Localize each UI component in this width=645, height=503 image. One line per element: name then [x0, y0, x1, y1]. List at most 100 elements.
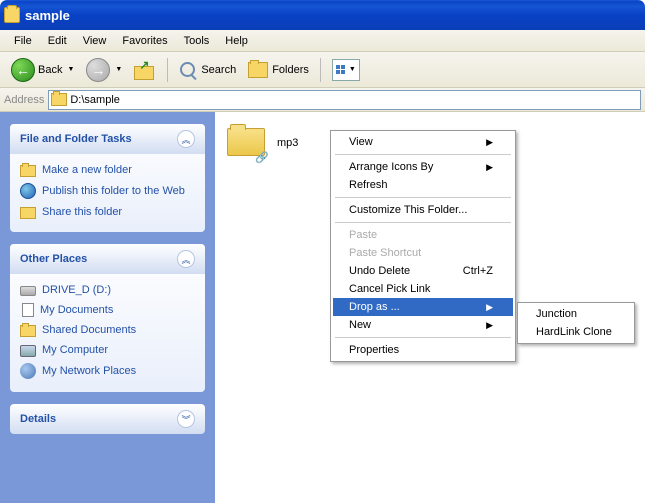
ctx-separator: [335, 154, 511, 155]
task-publish-to-web[interactable]: Publish this folder to the Web: [20, 180, 195, 202]
place-my-documents[interactable]: My Documents: [20, 299, 195, 320]
folders-button[interactable]: Folders: [243, 59, 314, 81]
menu-tools[interactable]: Tools: [176, 33, 218, 49]
place-label: DRIVE_D (D:): [42, 284, 111, 296]
share-folder-icon: [20, 207, 36, 219]
address-field[interactable]: D:\sample: [48, 90, 641, 110]
toolbar: ← Back ▼ → ▼ ↗ Search Folders ▼: [0, 52, 645, 88]
ctx-junction[interactable]: Junction: [520, 305, 632, 323]
submenu-arrow-icon: ▶: [486, 162, 493, 173]
ctx-paste: Paste: [333, 226, 513, 244]
ctx-separator: [335, 337, 511, 338]
network-icon: [20, 363, 36, 379]
ctx-undo-delete[interactable]: Undo DeleteCtrl+Z: [333, 262, 513, 280]
ctx-refresh[interactable]: Refresh: [333, 176, 513, 194]
menu-view[interactable]: View: [75, 33, 115, 49]
panel-header[interactable]: Details ︾: [10, 404, 205, 434]
task-label: Publish this folder to the Web: [42, 185, 185, 197]
menu-edit[interactable]: Edit: [40, 33, 75, 49]
place-my-network-places[interactable]: My Network Places: [20, 360, 195, 382]
menu-favorites[interactable]: Favorites: [114, 33, 175, 49]
back-icon: ←: [11, 58, 35, 82]
task-share-folder[interactable]: Share this folder: [20, 202, 195, 222]
address-bar: Address D:\sample: [0, 88, 645, 112]
documents-icon: [22, 303, 34, 317]
back-button[interactable]: ← Back ▼: [6, 55, 79, 85]
folder-item-mp3[interactable]: 🔗 mp3: [227, 124, 327, 162]
ctx-drop-as[interactable]: Drop as ...▶: [333, 298, 513, 316]
address-folder-icon: [51, 93, 67, 106]
place-label: My Computer: [42, 344, 108, 356]
details-panel: Details ︾: [10, 404, 205, 434]
place-label: Shared Documents: [42, 324, 136, 336]
ctx-separator: [335, 222, 511, 223]
ctx-new[interactable]: New▶: [333, 316, 513, 334]
panel-header[interactable]: Other Places ︽: [10, 244, 205, 274]
window-folder-icon: [4, 7, 20, 23]
tasks-sidebar: File and Folder Tasks ︽ Make a new folde…: [0, 112, 215, 503]
place-label: My Network Places: [42, 365, 136, 377]
place-shared-documents[interactable]: Shared Documents: [20, 320, 195, 340]
ctx-paste-shortcut: Paste Shortcut: [333, 244, 513, 262]
place-label: My Documents: [40, 304, 113, 316]
toolbar-separator: [320, 58, 321, 82]
collapse-icon[interactable]: ︽: [177, 130, 195, 148]
folders-icon: [248, 62, 268, 78]
ctx-hardlink-clone[interactable]: HardLink Clone: [520, 323, 632, 341]
panel-title: Other Places: [20, 253, 87, 265]
menu-file[interactable]: File: [6, 33, 40, 49]
folders-label: Folders: [272, 64, 309, 76]
panel-body: Make a new folder Publish this folder to…: [10, 154, 205, 232]
task-make-new-folder[interactable]: Make a new folder: [20, 160, 195, 180]
folder-icon: [20, 165, 36, 177]
forward-icon: →: [86, 58, 110, 82]
folder-shortcut-icon: 🔗: [227, 124, 269, 162]
views-icon: ▼: [332, 59, 360, 81]
search-button[interactable]: Search: [174, 58, 241, 82]
forward-button[interactable]: → ▼: [81, 55, 127, 85]
file-label: mp3: [277, 137, 298, 149]
menu-help[interactable]: Help: [217, 33, 256, 49]
toolbar-separator: [167, 58, 168, 82]
search-icon: [179, 61, 197, 79]
expand-icon[interactable]: ︾: [177, 410, 195, 428]
ctx-customize-folder[interactable]: Customize This Folder...: [333, 201, 513, 219]
collapse-icon[interactable]: ︽: [177, 250, 195, 268]
back-label: Back: [38, 64, 62, 76]
panel-title: File and Folder Tasks: [20, 133, 132, 145]
views-button[interactable]: ▼: [327, 56, 365, 84]
submenu-arrow-icon: ▶: [486, 137, 493, 148]
context-menu: View▶ Arrange Icons By▶ Refresh Customiz…: [330, 130, 516, 362]
address-path: D:\sample: [70, 94, 120, 106]
ctx-properties[interactable]: Properties: [333, 341, 513, 359]
ctx-cancel-pick-link[interactable]: Cancel Pick Link: [333, 280, 513, 298]
drive-icon: [20, 286, 36, 296]
ctx-view[interactable]: View▶: [333, 133, 513, 151]
submenu-arrow-icon: ▶: [486, 302, 493, 313]
search-label: Search: [201, 64, 236, 76]
address-label: Address: [4, 94, 44, 106]
file-folder-tasks-panel: File and Folder Tasks ︽ Make a new folde…: [10, 124, 205, 232]
submenu-arrow-icon: ▶: [486, 320, 493, 331]
computer-icon: [20, 345, 36, 357]
title-bar: sample: [0, 0, 645, 30]
other-places-panel: Other Places ︽ DRIVE_D (D:) My Documents…: [10, 244, 205, 392]
back-dropdown-icon[interactable]: ▼: [67, 66, 74, 73]
ctx-separator: [335, 197, 511, 198]
forward-dropdown-icon[interactable]: ▼: [115, 66, 122, 73]
up-button[interactable]: ↗: [129, 57, 161, 83]
context-submenu-drop-as: Junction HardLink Clone: [517, 302, 635, 344]
folder-icon: [20, 325, 36, 337]
ctx-arrange-icons[interactable]: Arrange Icons By▶: [333, 158, 513, 176]
folder-up-icon: ↗: [134, 60, 156, 80]
place-my-computer[interactable]: My Computer: [20, 340, 195, 360]
window-title: sample: [25, 8, 70, 23]
panel-body: DRIVE_D (D:) My Documents Shared Documen…: [10, 274, 205, 392]
panel-title: Details: [20, 413, 56, 425]
place-drive-d[interactable]: DRIVE_D (D:): [20, 280, 195, 299]
shortcut-text: Ctrl+Z: [463, 265, 493, 277]
panel-header[interactable]: File and Folder Tasks ︽: [10, 124, 205, 154]
task-label: Make a new folder: [42, 164, 132, 176]
task-label: Share this folder: [42, 206, 122, 218]
globe-icon: [20, 183, 36, 199]
